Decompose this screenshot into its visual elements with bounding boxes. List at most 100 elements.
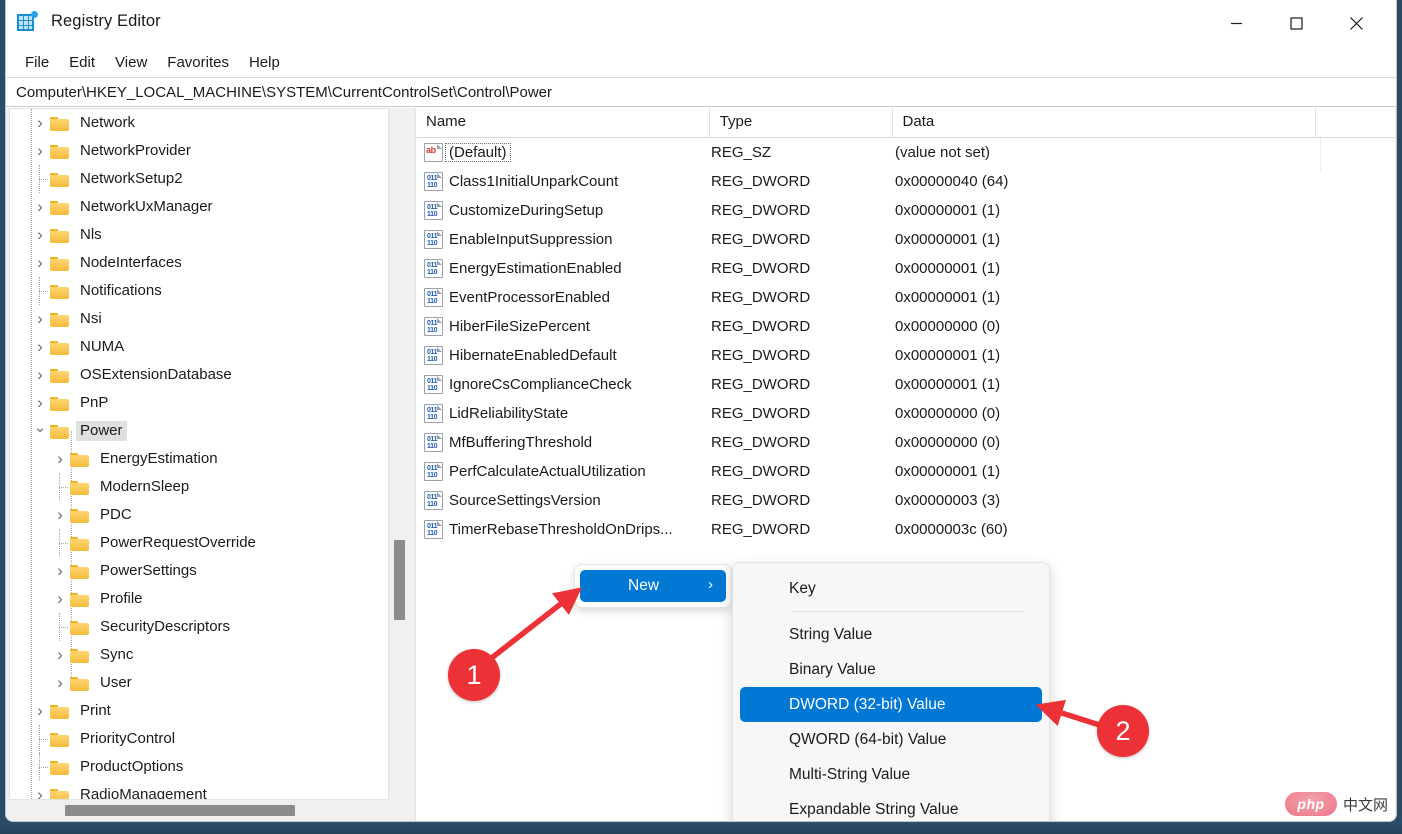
table-row[interactable]: 011 110 IgnoreCsComplianceCheck REG_DWORD 0x… <box>416 370 1395 399</box>
tree-item-prioritycontrol[interactable]: PriorityControl <box>10 725 388 753</box>
chevron-right-icon[interactable] <box>30 337 50 357</box>
tree-item-numa[interactable]: NUMA <box>10 333 388 361</box>
chevron-right-icon[interactable] <box>50 561 70 581</box>
tree-item-label: ProductOptions <box>80 758 184 775</box>
chevron-right-icon[interactable] <box>30 309 50 329</box>
chevron-right-icon[interactable] <box>30 701 50 721</box>
table-row[interactable]: ab (Default) REG_SZ (value not set) <box>416 138 1395 167</box>
tree-item-networkuxmanager[interactable]: NetworkUxManager <box>10 193 388 221</box>
tree-item-user[interactable]: User <box>10 669 388 697</box>
new-button[interactable]: New › <box>580 570 726 602</box>
table-row[interactable]: 011 110 MfBufferingThreshold REG_DWORD 0x000… <box>416 428 1395 457</box>
tree-horizontal-scrollbar[interactable] <box>9 802 407 818</box>
minimize-button[interactable] <box>1212 0 1260 47</box>
table-row[interactable]: 011 110 EnergyEstimationEnabled REG_DWORD 0x… <box>416 254 1395 283</box>
tree-item-securitydescriptors[interactable]: SecurityDescriptors <box>10 613 388 641</box>
dword-value-icon: 011 110 <box>424 491 443 510</box>
value-data-cell: 0x00000001 (1) <box>895 376 1001 393</box>
menu-favorites[interactable]: Favorites <box>157 51 239 74</box>
chevron-right-icon[interactable] <box>50 589 70 609</box>
menu-item-dword-32-bit-value[interactable]: DWORD (32-bit) Value <box>740 687 1042 722</box>
value-type-cell: REG_SZ <box>711 144 772 161</box>
tree-item-radiomanagement[interactable]: RadioManagement <box>10 781 388 799</box>
tree-item-profile[interactable]: Profile <box>10 585 388 613</box>
tree-item-nodeinterfaces[interactable]: NodeInterfaces <box>10 249 388 277</box>
table-row[interactable]: 011 110 EnableInputSuppression REG_DWORD 0x0… <box>416 225 1395 254</box>
menu-item-qword-64-bit-value[interactable]: QWORD (64-bit) Value <box>740 722 1042 757</box>
chevron-right-icon[interactable] <box>50 645 70 665</box>
chevron-right-icon[interactable] <box>50 673 70 693</box>
chevron-right-icon[interactable] <box>30 113 50 133</box>
close-button[interactable] <box>1332 0 1380 47</box>
chevron-right-icon[interactable] <box>30 785 50 799</box>
dword-value-icon: 011 110 <box>424 346 443 365</box>
tree-item-sync[interactable]: Sync <box>10 641 388 669</box>
column-header-data[interactable]: Data <box>893 108 1317 137</box>
menu-help[interactable]: Help <box>239 51 290 74</box>
value-name-cell: 011 110 PerfCalculateActualUtilization <box>416 462 710 481</box>
chevron-right-icon[interactable] <box>30 197 50 217</box>
tree-item-productoptions[interactable]: ProductOptions <box>10 753 388 781</box>
tree-item-powersettings[interactable]: PowerSettings <box>10 557 388 585</box>
chevron-right-icon[interactable] <box>30 365 50 385</box>
tree-item-osextensiondatabase[interactable]: OSExtensionDatabase <box>10 361 388 389</box>
tree-item-notifications[interactable]: Notifications <box>10 277 388 305</box>
menu-view[interactable]: View <box>105 51 157 74</box>
menu-item-multi-string-value[interactable]: Multi-String Value <box>740 757 1042 792</box>
tree-item-power[interactable]: Power <box>10 417 388 445</box>
menu-item-key[interactable]: Key <box>740 571 1042 606</box>
maximize-button[interactable] <box>1272 0 1320 47</box>
chevron-right-icon[interactable] <box>50 449 70 469</box>
value-name-cell: 011 110 HibernateEnabledDefault <box>416 346 710 365</box>
tree-item-modernsleep[interactable]: ModernSleep <box>10 473 388 501</box>
column-header-name[interactable]: Name <box>416 108 710 137</box>
table-row[interactable]: 011 110 HiberFileSizePercent REG_DWORD 0x000… <box>416 312 1395 341</box>
chevron-right-icon[interactable] <box>30 253 50 273</box>
tree-vertical-scroll-thumb[interactable] <box>394 540 405 620</box>
tree-item-label: Sync <box>100 646 134 663</box>
menu-item-expandable-string-value[interactable]: Expandable String Value <box>740 792 1042 821</box>
tree-item-print[interactable]: Print <box>10 697 388 725</box>
value-type-cell: REG_DWORD <box>711 492 811 509</box>
chevron-right-icon[interactable] <box>50 505 70 525</box>
folder-icon <box>50 788 70 799</box>
menu-file[interactable]: File <box>15 51 59 74</box>
tree-item-pnp[interactable]: PnP <box>10 389 388 417</box>
table-row[interactable]: 011 110 Class1InitialUnparkCount REG_DWORD 0… <box>416 167 1395 196</box>
list-row-container: ab (Default) REG_SZ (value not set) 011 110 Cl… <box>416 138 1395 544</box>
registry-tree[interactable]: Network NetworkProvider NetworkSetup2 Netwo… <box>9 108 389 800</box>
table-row[interactable]: 011 110 PerfCalculateActualUtilization REG_… <box>416 457 1395 486</box>
tree-item-energyestimation[interactable]: EnergyEstimation <box>10 445 388 473</box>
chevron-right-icon[interactable] <box>30 141 50 161</box>
tree-item-powerrequestoverride[interactable]: PowerRequestOverride <box>10 529 388 557</box>
tree-horizontal-scroll-thumb[interactable] <box>65 805 295 816</box>
tree-vertical-scrollbar[interactable] <box>391 108 407 800</box>
table-row[interactable]: 011 110 LidReliabilityState REG_DWORD 0x0000… <box>416 399 1395 428</box>
menu-edit[interactable]: Edit <box>59 51 105 74</box>
menu-item-binary-value[interactable]: Binary Value <box>740 652 1042 687</box>
column-header-type[interactable]: Type <box>710 108 893 137</box>
tree-item-networkprovider[interactable]: NetworkProvider <box>10 137 388 165</box>
tree-item-networksetup2[interactable]: NetworkSetup2 <box>10 165 388 193</box>
menu-item-string-value[interactable]: String Value <box>740 617 1042 652</box>
tree-item-label: Network <box>80 114 136 131</box>
tree-item-label: NetworkUxManager <box>80 198 213 215</box>
table-row[interactable]: 011 110 CustomizeDuringSetup REG_DWORD 0x000… <box>416 196 1395 225</box>
annotation-badge-2: 2 <box>1097 705 1149 757</box>
address-bar[interactable]: Computer\HKEY_LOCAL_MACHINE\SYSTEM\Curre… <box>6 78 1396 107</box>
chevron-down-icon[interactable] <box>30 422 50 440</box>
tree-item-pdc[interactable]: PDC <box>10 501 388 529</box>
tree-item-nls[interactable]: Nls <box>10 221 388 249</box>
tree-item-network[interactable]: Network <box>10 109 388 137</box>
chevron-right-icon[interactable] <box>30 225 50 245</box>
value-name-label: IgnoreCsComplianceCheck <box>449 376 632 393</box>
chevron-right-icon[interactable] <box>30 393 50 413</box>
table-row[interactable]: 011 110 EventProcessorEnabled REG_DWORD 0x00… <box>416 283 1395 312</box>
value-data-cell: 0x0000003c (60) <box>895 521 1008 538</box>
table-row[interactable]: 011 110 HibernateEnabledDefault REG_DWORD 0x… <box>416 341 1395 370</box>
value-data-cell: 0x00000000 (0) <box>895 405 1001 422</box>
column-divider[interactable] <box>1320 138 1321 173</box>
tree-item-nsi[interactable]: Nsi <box>10 305 388 333</box>
table-row[interactable]: 011 110 SourceSettingsVersion REG_DWORD 0x00… <box>416 486 1395 515</box>
table-row[interactable]: 011 110 TimerRebaseThresholdOnDrips... REG_… <box>416 515 1395 544</box>
